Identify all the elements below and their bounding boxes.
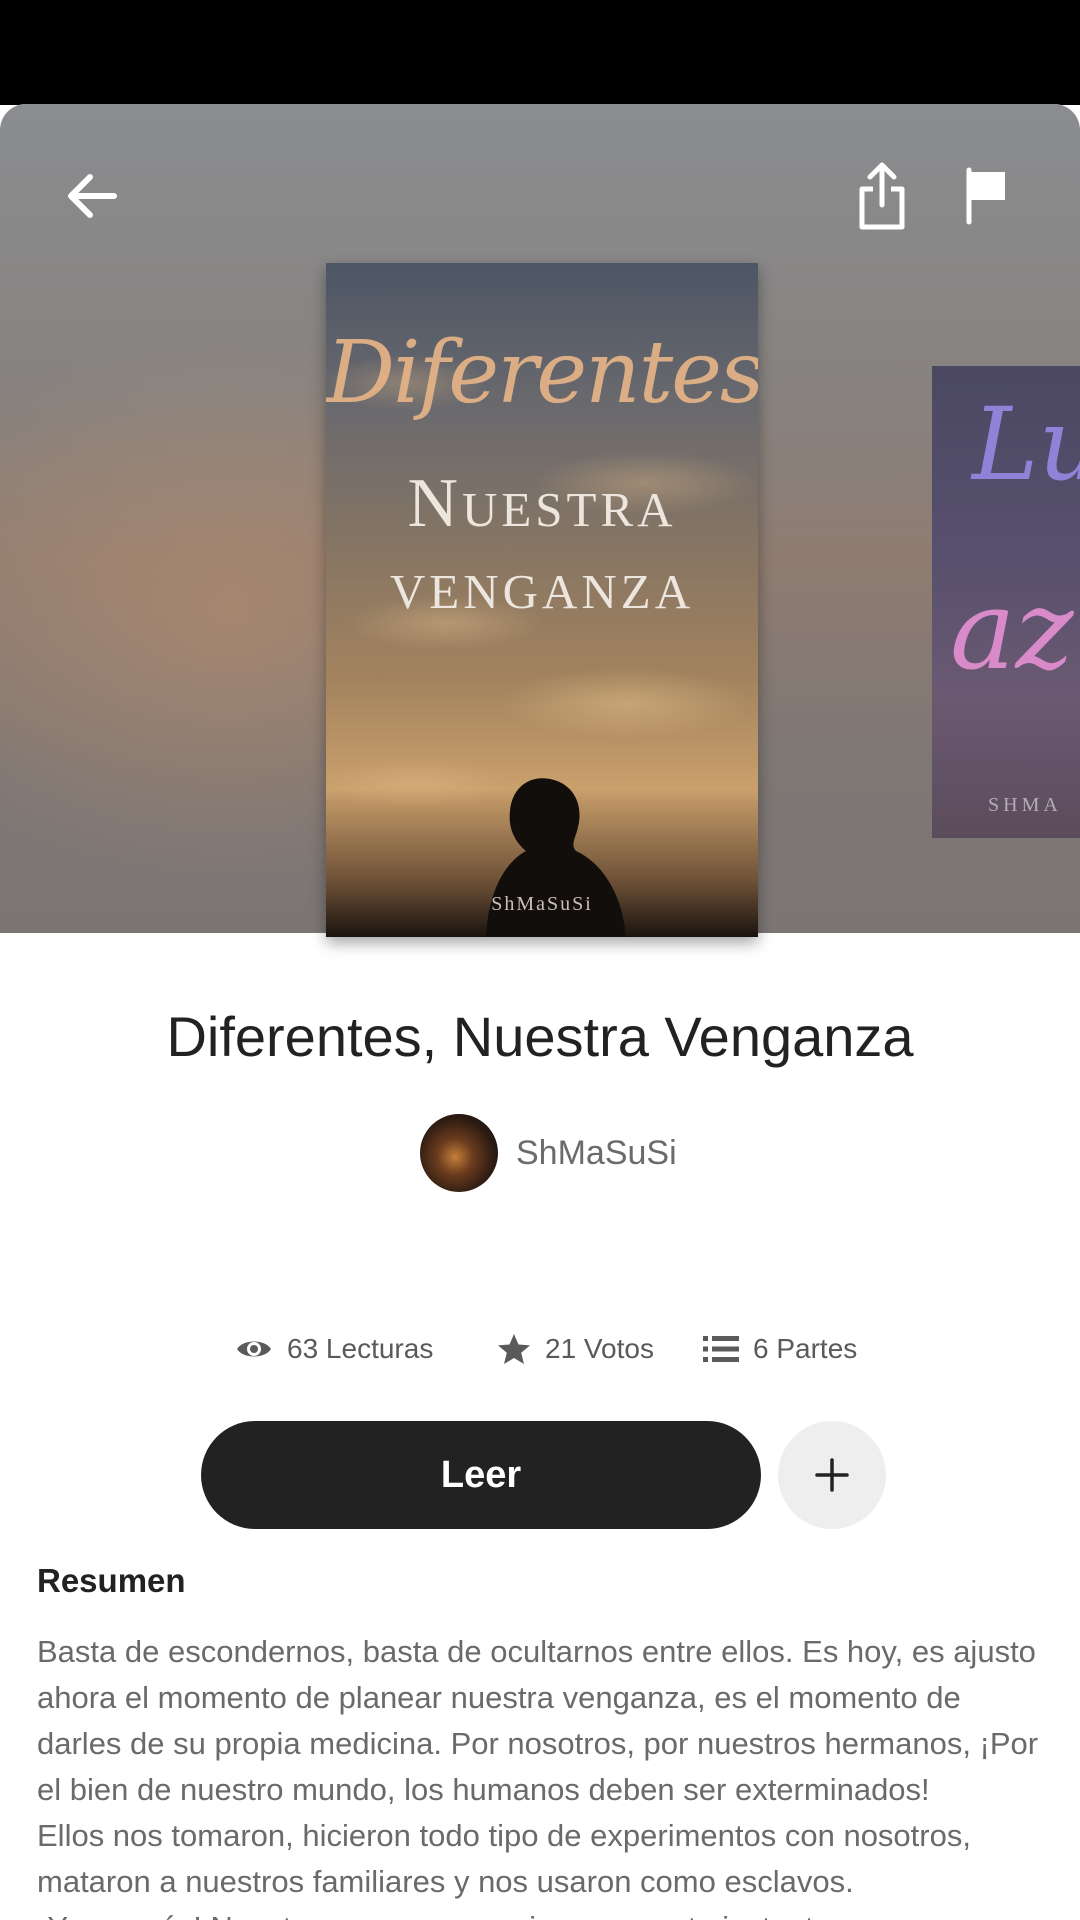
cover-title: Nuestra venganza — [326, 463, 758, 627]
back-button[interactable] — [50, 154, 134, 238]
star-icon — [497, 1333, 531, 1365]
next-cover-text-top: Lu — [972, 386, 1080, 503]
status-bar — [0, 0, 1080, 105]
cover-title-line-1: Nuestra — [407, 465, 677, 542]
story-title: Diferentes, Nuestra Venganza — [166, 1005, 914, 1068]
reads-stat: 63 Lecturas — [235, 1319, 433, 1379]
reads-count: 63 Lecturas — [287, 1333, 434, 1364]
summary-paragraph: ¡Ya no más! Nuestra venganza comienza en… — [37, 1905, 1047, 1920]
next-cover-author: SHMA — [988, 794, 1062, 816]
summary-heading: Resumen — [37, 1562, 186, 1599]
eye-icon — [235, 1336, 273, 1362]
report-button[interactable] — [945, 154, 1029, 238]
parts-stat: 6 Partes — [703, 1319, 857, 1379]
cover-author: ShMaSuSi — [491, 893, 593, 915]
cover-title-line-2: venganza — [389, 547, 695, 624]
list-icon — [703, 1335, 739, 1363]
votes-count: 21 Votos — [545, 1333, 654, 1364]
story-stats: 63 Lecturas 21 Votos 6 Partes — [0, 1319, 1080, 1379]
votes-stat: 21 Votos — [497, 1319, 654, 1379]
summary-text: Basta de escondernos, basta de ocultarno… — [37, 1629, 1047, 1920]
share-button[interactable] — [840, 154, 924, 238]
add-to-library-button[interactable] — [778, 1421, 886, 1529]
flag-icon — [966, 167, 1005, 225]
author-link[interactable]: ShMaSuSi — [420, 1114, 677, 1192]
summary-paragraph: Basta de escondernos, basta de ocultarno… — [37, 1634, 1039, 1807]
cover-script-title: Diferentes — [326, 323, 758, 423]
arrow-left-icon — [68, 174, 117, 218]
share-icon — [859, 162, 905, 230]
plus-icon — [815, 1458, 849, 1492]
story-cover[interactable]: Diferentes Nuestra venganza ShMaSuSi — [326, 263, 758, 937]
story-details-sheet: Lu az SHMA Diferentes Nuestra venganza S… — [0, 104, 1080, 1920]
author-name[interactable]: ShMaSuSi — [516, 1134, 677, 1173]
summary-paragraph: Ellos nos tomaron, hicieron todo tipo de… — [37, 1818, 971, 1899]
author-avatar[interactable] — [420, 1114, 498, 1192]
read-button[interactable]: Leer — [201, 1421, 761, 1529]
parts-count: 6 Partes — [753, 1333, 858, 1364]
next-story-cover[interactable]: Lu az SHMA — [932, 366, 1080, 838]
next-cover-text-bottom: az — [950, 566, 1074, 694]
